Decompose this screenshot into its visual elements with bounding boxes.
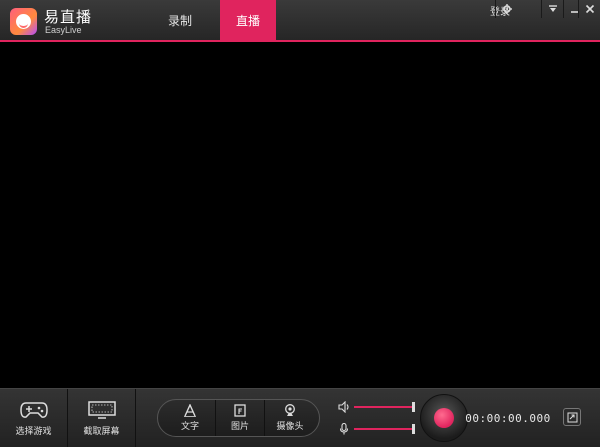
- microphone-volume-slider[interactable]: [354, 428, 413, 430]
- microphone-volume-control: [338, 422, 418, 436]
- microphone-icon[interactable]: [338, 423, 350, 435]
- tab-record[interactable]: 录制: [152, 0, 208, 40]
- close-icon: [585, 4, 594, 14]
- image-icon: [234, 404, 246, 417]
- settings-button[interactable]: [495, 0, 517, 18]
- select-game-button[interactable]: 选择游戏: [0, 389, 68, 447]
- share-button[interactable]: [563, 408, 581, 426]
- video-preview-area: [0, 42, 600, 388]
- capture-screen-label: 截取屏幕: [83, 426, 120, 437]
- app-logo: [10, 8, 37, 35]
- speaker-icon[interactable]: [338, 401, 350, 413]
- add-image-button[interactable]: 图片: [215, 400, 265, 436]
- speaker-volume-handle[interactable]: [412, 402, 415, 412]
- app-subtitle: EasyLive: [45, 25, 82, 35]
- add-text-label: 文字: [180, 422, 199, 432]
- microphone-volume-handle[interactable]: [412, 424, 415, 434]
- add-camera-label: 摄像头: [276, 422, 304, 432]
- speaker-volume-slider[interactable]: [354, 406, 413, 408]
- record-dot-icon: [434, 408, 454, 428]
- add-image-label: 图片: [230, 422, 249, 432]
- dropdown-icon: [548, 5, 557, 12]
- source-button-group: 文字 图片 摄像头: [157, 399, 320, 437]
- text-icon: [184, 404, 196, 417]
- logo-face-icon: [16, 14, 31, 29]
- add-camera-button[interactable]: 摄像头: [265, 400, 315, 436]
- title-bar: 易直播 EasyLive 录制 直播 登录: [0, 0, 600, 42]
- add-text-button[interactable]: 文字: [165, 400, 215, 436]
- start-live-button[interactable]: [420, 394, 468, 442]
- select-game-label: 选择游戏: [15, 426, 52, 437]
- bottom-toolbar: 选择游戏 截取屏幕 文字 图片 摄像头 00:00:00.000: [0, 388, 600, 447]
- tab-live[interactable]: 直播: [220, 0, 276, 40]
- speaker-volume-control: [338, 400, 418, 414]
- webcam-icon: [285, 404, 295, 416]
- capture-screen-button[interactable]: 截取屏幕: [68, 389, 136, 447]
- share-icon: [567, 412, 577, 422]
- dropdown-menu-button[interactable]: [541, 0, 563, 18]
- elapsed-time: 00:00:00.000: [465, 411, 551, 425]
- gear-icon: [501, 4, 512, 14]
- close-button[interactable]: [578, 0, 600, 18]
- app-name: 易直播: [44, 8, 93, 26]
- gamepad-icon: [19, 401, 48, 418]
- screen-capture-icon: [87, 400, 116, 419]
